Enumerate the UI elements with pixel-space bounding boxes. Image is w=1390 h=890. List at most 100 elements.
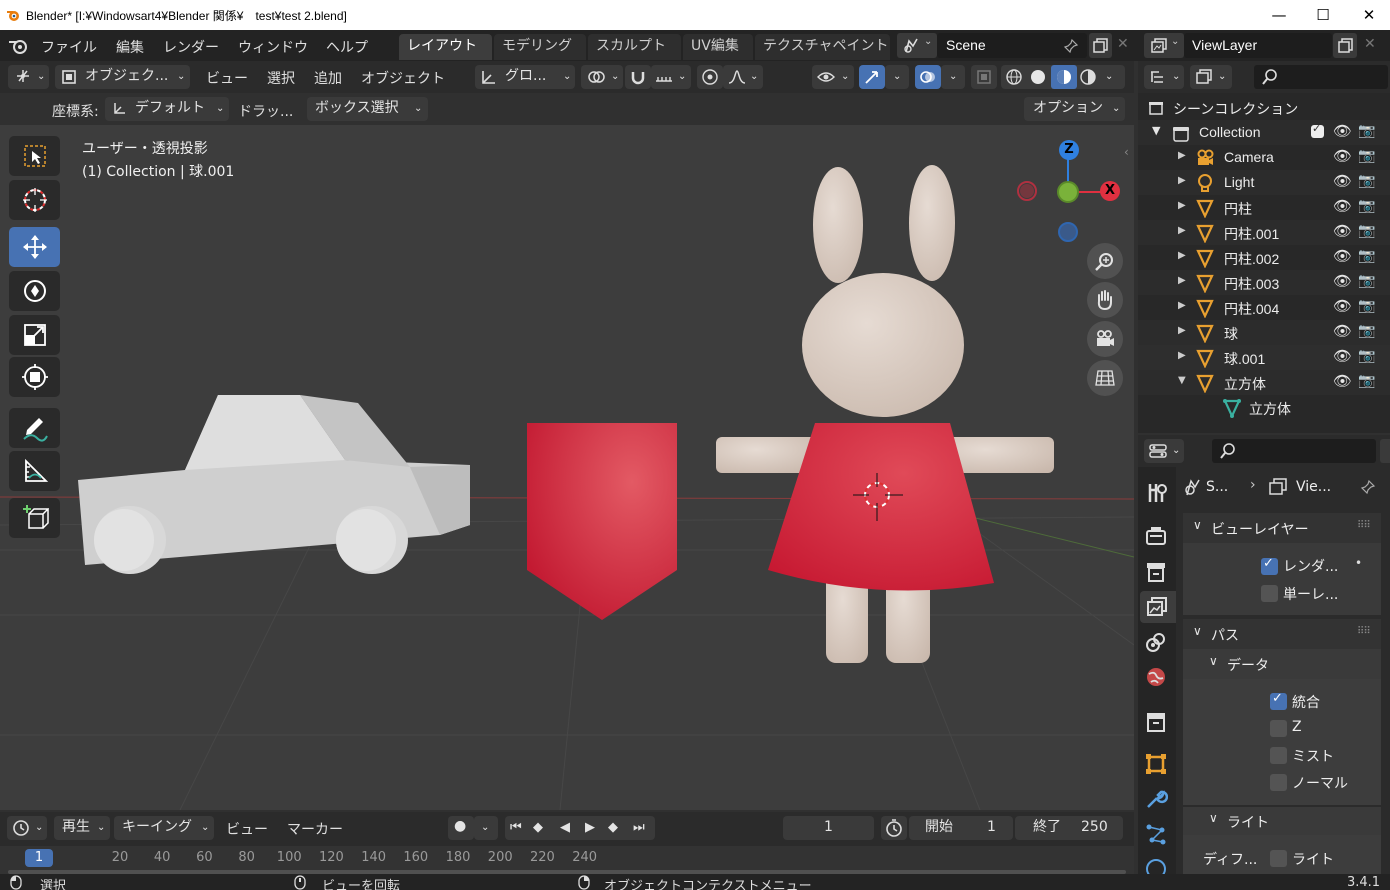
combined-pass-checkbox[interactable]: ✓: [1270, 691, 1287, 710]
tool-annotate[interactable]: [9, 408, 60, 448]
outliner-item[interactable]: ▶ Camera 👁 📷: [1138, 145, 1390, 170]
render-camera-icon[interactable]: 📷: [1358, 273, 1375, 289]
box-select-dropdown[interactable]: ボックス選択 ⌄: [307, 97, 428, 121]
expand-right-icon[interactable]: ▶: [1178, 225, 1186, 236]
playback-dropdown[interactable]: 再生 ⌄: [54, 816, 110, 840]
view-layer-panel-header[interactable]: ∨ ビューレイヤー ⠿⠿: [1183, 513, 1381, 543]
scene-tab-icon[interactable]: [1144, 631, 1168, 655]
tab-uv-editing[interactable]: UV編集: [683, 34, 753, 60]
render-camera-icon[interactable]: 📷: [1358, 248, 1375, 264]
render-camera-icon[interactable]: 📷: [1358, 198, 1375, 214]
xray-toggle[interactable]: [971, 65, 997, 89]
new-scene-button[interactable]: [1089, 33, 1112, 58]
eye-icon[interactable]: 👁: [1333, 147, 1352, 165]
rendered-shading-icon[interactable]: [1079, 68, 1097, 86]
editor-type-button[interactable]: ⌄: [8, 65, 49, 89]
eye-icon[interactable]: 👁: [1333, 372, 1352, 390]
snap-toggle[interactable]: [625, 65, 651, 89]
transform-orientation-dropdown[interactable]: グロ... ⌄: [475, 65, 575, 89]
overlays-toggle[interactable]: [915, 65, 941, 89]
playhead[interactable]: 1: [25, 849, 53, 867]
view-layer-tab-active[interactable]: [1140, 591, 1176, 623]
use-for-render-checkbox[interactable]: ✓: [1261, 556, 1278, 575]
exclude-checkbox[interactable]: ✓: [1311, 122, 1324, 138]
expand-down-icon[interactable]: ▼: [1152, 124, 1160, 137]
tab-layout[interactable]: レイアウト: [399, 34, 492, 60]
options-dropdown[interactable]: オプション ⌄: [1024, 97, 1125, 121]
render-camera-icon[interactable]: 📷: [1358, 348, 1375, 364]
snap-target-dropdown[interactable]: ⌄: [651, 65, 691, 89]
outliner-collection[interactable]: ▼ Collection ✓ 👁 📷: [1138, 120, 1390, 145]
start-frame-field[interactable]: 開始 1: [909, 816, 1013, 840]
expand-right-icon[interactable]: ▶: [1178, 150, 1186, 161]
play-icon[interactable]: ▶: [585, 816, 595, 839]
mist-pass-checkbox[interactable]: [1270, 747, 1287, 764]
timeline-editor-type[interactable]: ⌄: [7, 816, 47, 840]
menu-view[interactable]: ビュー: [206, 68, 248, 88]
render-camera-icon[interactable]: 📷: [1358, 173, 1375, 189]
overlays-dropdown[interactable]: ⌄: [941, 65, 965, 89]
new-viewlayer-button[interactable]: [1333, 33, 1357, 58]
tool-cursor[interactable]: [9, 180, 60, 220]
pin-icon[interactable]: [1360, 479, 1376, 495]
eye-icon[interactable]: 👁: [1333, 322, 1352, 340]
navigation-gizmo[interactable]: [1017, 155, 1104, 242]
material-shading-active[interactable]: [1051, 65, 1077, 89]
auto-keying-dropdown[interactable]: ⌄: [474, 816, 498, 840]
keying-dropdown[interactable]: キーイング ⌄: [114, 816, 214, 840]
physics-tab-icon[interactable]: [1144, 857, 1168, 874]
mode-dropdown[interactable]: オブジェク... ⌄: [55, 65, 190, 89]
outliner-item[interactable]: ▶ 円柱.003 👁 📷: [1138, 270, 1390, 295]
viewlayer-name-field[interactable]: ViewLayer: [1184, 33, 1332, 58]
falloff-dropdown[interactable]: ⌄: [723, 65, 763, 89]
render-tab-icon[interactable]: [1144, 524, 1168, 548]
ortho-toggle-button[interactable]: [1087, 360, 1123, 396]
current-frame-field[interactable]: 1: [783, 816, 874, 840]
eye-icon[interactable]: 👁: [1333, 222, 1352, 240]
pan-button[interactable]: [1087, 282, 1123, 318]
solid-shading-icon[interactable]: [1029, 68, 1047, 86]
delete-scene-icon[interactable]: ✕: [1117, 36, 1129, 52]
expand-right-icon[interactable]: ▶: [1178, 275, 1186, 286]
proportional-editing-toggle[interactable]: [697, 65, 723, 89]
eye-icon[interactable]: 👁: [1333, 247, 1352, 265]
gizmo-x-axis[interactable]: X: [1100, 181, 1120, 201]
outliner-item[interactable]: ▶ 円柱.001 👁 📷: [1138, 220, 1390, 245]
data-subpanel-header[interactable]: ∨ データ: [1183, 649, 1381, 679]
outliner-scene-collection[interactable]: シーンコレクション: [1138, 95, 1390, 120]
menu-object[interactable]: オブジェクト: [361, 68, 445, 88]
menu-select[interactable]: 選択: [267, 68, 295, 88]
eye-icon[interactable]: 👁: [1333, 347, 1352, 365]
play-reverse-icon[interactable]: ◀: [560, 816, 570, 839]
eye-icon[interactable]: 👁: [1333, 122, 1352, 140]
tool-move[interactable]: [9, 227, 60, 267]
timeline-marker-menu[interactable]: マーカー: [287, 819, 343, 839]
outliner-mesh-data[interactable]: 立方体: [1138, 395, 1390, 420]
outliner-search-input[interactable]: [1254, 65, 1388, 89]
light-subpanel-header[interactable]: ∨ ライト: [1183, 807, 1381, 835]
sidebar-toggle-icon[interactable]: ‹: [1124, 145, 1129, 159]
auto-keying-toggle[interactable]: ●: [448, 816, 474, 840]
render-camera-icon[interactable]: 📷: [1358, 323, 1375, 339]
drag-handle-icon[interactable]: ⠿⠿: [1357, 520, 1371, 531]
collection-tab-icon[interactable]: [1144, 710, 1168, 734]
tool-measure[interactable]: [9, 451, 60, 491]
visibility-dropdown[interactable]: ⌄: [812, 65, 854, 89]
display-mode-dropdown[interactable]: ⌄: [1190, 65, 1232, 89]
z-pass-checkbox[interactable]: [1270, 720, 1287, 737]
tab-texture-paint[interactable]: テクスチャペイント: [755, 34, 890, 60]
keyframe-dot-icon[interactable]: •: [1355, 556, 1362, 570]
tool-scale[interactable]: [9, 315, 60, 355]
zoom-button[interactable]: [1087, 243, 1123, 279]
particles-tab-icon[interactable]: [1144, 822, 1168, 846]
render-camera-icon[interactable]: 📷: [1358, 123, 1375, 139]
outliner-item[interactable]: ▶ 球 👁 📷: [1138, 320, 1390, 345]
gizmo-dropdown[interactable]: ⌄: [885, 65, 909, 89]
render-single-layer-checkbox[interactable]: [1261, 585, 1278, 602]
coordinate-system-dropdown[interactable]: デフォルト ⌄: [105, 97, 229, 121]
render-camera-icon[interactable]: 📷: [1358, 148, 1375, 164]
diffuse-light-checkbox[interactable]: [1270, 850, 1287, 867]
tool-rotate[interactable]: [9, 271, 60, 311]
modifier-wrench-icon[interactable]: [1144, 787, 1168, 811]
prev-keyframe-icon[interactable]: ◆: [533, 816, 543, 839]
